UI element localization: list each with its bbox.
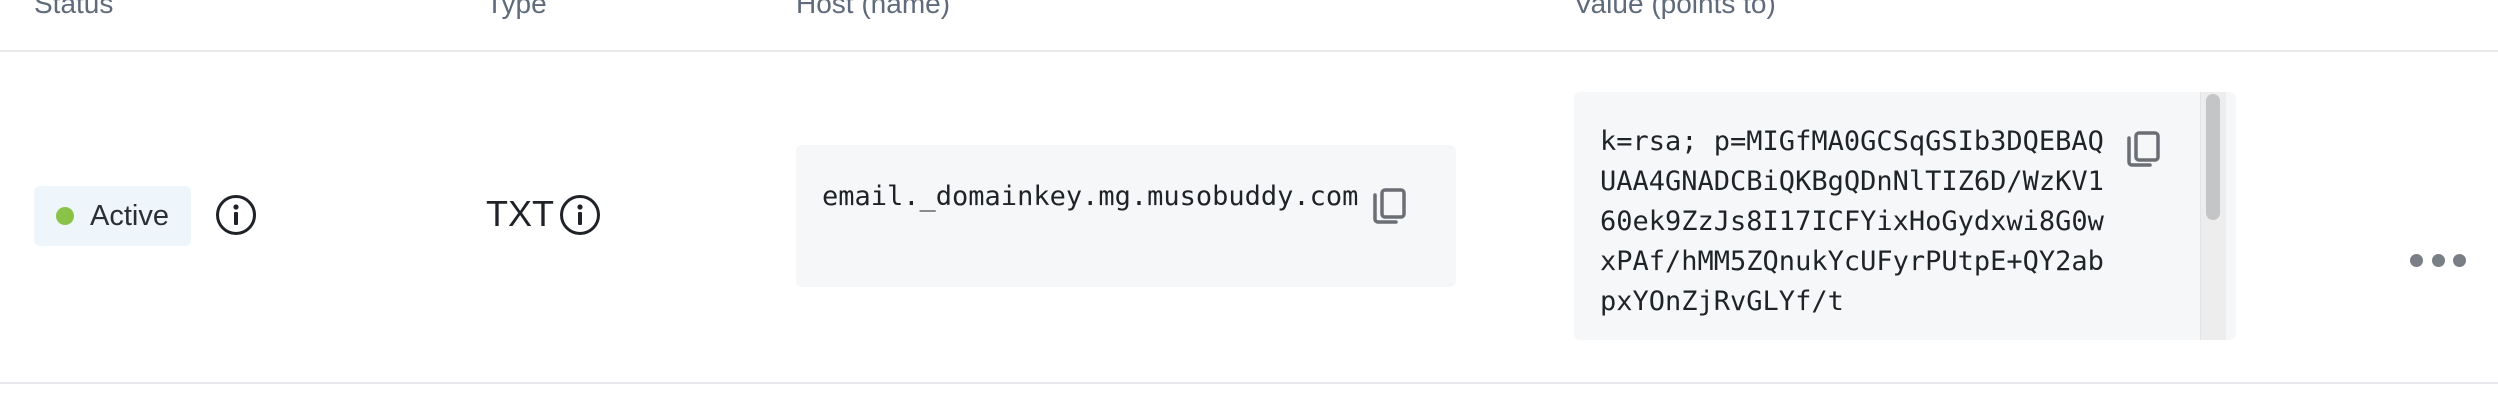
value-field: k=rsa; p=MIGfMA0GCSqGSIb3DQEBAQUAA4GNADC… [1574,92,2236,340]
type-info-icon[interactable] [560,195,600,235]
value-scrollbar-thumb[interactable] [2200,94,2226,224]
copy-value-icon[interactable] [2120,128,2166,174]
host-value: email._domainkey.mg.musobuddy.com [822,181,1359,212]
host-column-header: Host (name) [796,0,951,19]
copy-host-icon[interactable] [1366,185,1412,231]
type-column-header: Type [486,0,547,19]
host-field: email._domainkey.mg.musobuddy.com [796,145,1456,287]
status-badge: Active [34,186,191,246]
row-actions-more-button[interactable] [2410,248,2466,272]
table-header: Status Type Host (name) Value (points to… [0,0,2498,52]
record-type: TXT [486,193,554,234]
status-column-header: Status [34,0,114,19]
more-horizontal-icon [2410,253,2423,267]
status-label: Active [90,199,169,232]
status-info-icon[interactable] [216,195,256,235]
status-dot [56,207,74,225]
value-column-header: Value (points to) [1574,0,1776,19]
value-text: k=rsa; p=MIGfMA0GCSqGSIb3DQEBAQUAA4GNADC… [1600,126,2104,317]
table-row: Active TXT email._domainkey.mg.musobuddy… [0,52,2498,384]
